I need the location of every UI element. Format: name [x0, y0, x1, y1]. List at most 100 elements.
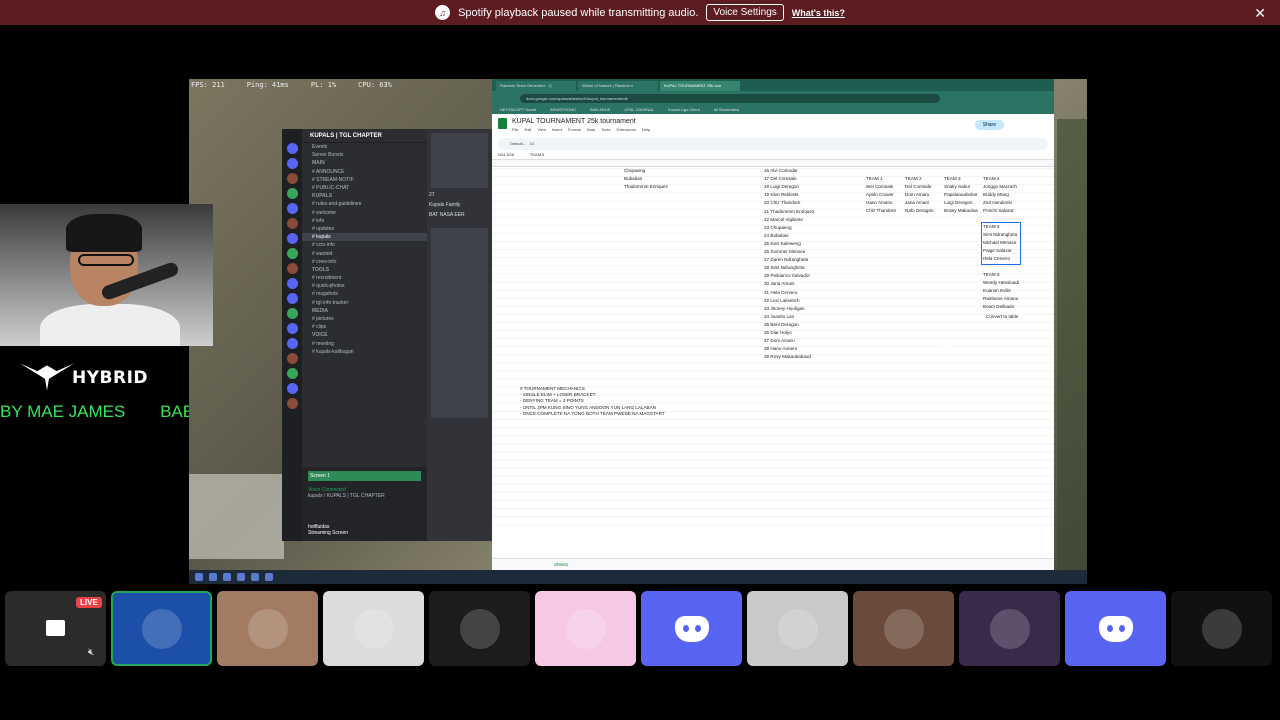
participant-tile[interactable] [1065, 591, 1166, 666]
server-icon[interactable] [286, 248, 298, 259]
team-header[interactable]: TEAM 1 [866, 176, 883, 181]
sheet-cell[interactable]: Bubabas [624, 176, 642, 181]
channel-item[interactable]: Server Boosts [302, 151, 427, 159]
player-cell[interactable]: 32 Lexi Laksetich [764, 298, 800, 303]
start-icon[interactable] [195, 573, 203, 581]
channel-category[interactable]: KUPALS [302, 192, 427, 200]
channel-item[interactable]: # crew-info [302, 258, 427, 266]
channel-item[interactable]: # recruitment [302, 274, 427, 282]
player-cell[interactable]: 21 Thadommm Enriquez [764, 209, 814, 214]
team-cell[interactable]: Snaky Sabur [944, 184, 970, 189]
font-size-input[interactable]: 10 [529, 141, 533, 146]
channel-category[interactable]: VOICE [302, 331, 427, 339]
menu-item[interactable]: File [512, 127, 518, 132]
server-icon[interactable] [286, 173, 298, 184]
chat-image[interactable] [431, 133, 488, 188]
mechanics-line[interactable]: - ONCE COMPLETE NA YONG BOTH TEAM PWEDE … [520, 411, 665, 416]
address-bar[interactable]: docs.google.com/spreadsheets/d/1kupal_to… [520, 93, 940, 103]
server-icon[interactable] [286, 203, 298, 214]
convert-to-table-chip[interactable]: Convert to table [986, 314, 1018, 319]
mechanics-line[interactable]: # TOURNAMENT MECHANICS [520, 386, 585, 391]
sheet-title[interactable]: KUPAL TOURNAMENT 25k tournament [498, 118, 1048, 125]
channel-item[interactable]: # updates [302, 225, 427, 233]
channel-category[interactable]: MAIN [302, 159, 427, 167]
team-header[interactable]: TEAM 4 [983, 176, 1000, 181]
channel-item[interactable]: # rules-and-guidelines [302, 200, 427, 208]
bookmark-item[interactable]: NEXTADOPT Social [500, 107, 536, 112]
channel-item[interactable]: # clips [302, 323, 427, 331]
voice-settings-button[interactable]: Voice Settings [706, 4, 784, 21]
bookmark-item[interactable]: BAN ARUS [590, 107, 610, 112]
player-cell[interactable]: 23 Chupaeng [764, 225, 792, 230]
server-icon[interactable] [286, 218, 298, 229]
player-cell[interactable]: 27 Daren Ndrangheta [764, 257, 808, 262]
channel-item[interactable]: # quick-photos [302, 282, 427, 290]
player-cell[interactable]: 19 Klen Retilosts [764, 192, 798, 197]
bookmark-item[interactable]: Kuuad Ligo Client [668, 107, 700, 112]
menu-item[interactable]: Format [568, 127, 581, 132]
chat-image[interactable] [431, 228, 488, 418]
taskbar-app-icon[interactable] [237, 573, 245, 581]
participant-tile[interactable] [429, 591, 530, 666]
player-cell[interactable]: 29 Piebianco Salvador [764, 273, 810, 278]
taskbar-app-icon[interactable] [209, 573, 217, 581]
team-cell[interactable]: Jana Amani [905, 200, 929, 205]
team-cell[interactable]: Wendy Hesuloadi [983, 280, 1019, 285]
team-cell[interactable]: Bossy Makaulua [944, 208, 978, 213]
sheet-cell[interactable]: Thadommm Enriquez [624, 184, 668, 189]
menu-item[interactable]: Edit [524, 127, 531, 132]
screen-share-label[interactable]: Screen 1 [308, 471, 421, 481]
player-cell[interactable]: 22 Marcel Vigilante [764, 217, 803, 222]
channel-category[interactable]: TOOLS [302, 266, 427, 274]
team-cell[interactable]: Zod Harukrelu [983, 200, 1012, 205]
team-cell[interactable]: Del Comsale [905, 184, 931, 189]
team-header[interactable]: TEAM 3 [944, 176, 961, 181]
whats-this-link[interactable]: What's this? [792, 8, 845, 18]
channel-item[interactable]: # mugshots [302, 290, 427, 298]
server-icon[interactable] [286, 158, 298, 169]
participant-tile[interactable] [641, 591, 742, 666]
channel-item[interactable]: # info [302, 217, 427, 225]
channel-category[interactable]: MEDIA [302, 307, 427, 315]
browser-tab[interactable]: Wheel of Names | Random n [578, 81, 658, 91]
server-icon[interactable] [286, 368, 298, 379]
stream-view[interactable]: FPS: 211 Ping: 41ms PL: 1% CPU: 63% KUPA… [189, 79, 1087, 584]
participant-tile[interactable] [853, 591, 954, 666]
channel-item[interactable]: # meeting [302, 340, 427, 348]
team-cell[interactable]: Wei Comsale [866, 184, 893, 189]
channel-item[interactable]: # kupals [302, 233, 427, 242]
channel-item[interactable]: # pictures [302, 315, 427, 323]
browser-tab-active[interactable]: KUPAL TOURNAMENT 25k tour [660, 81, 740, 91]
participant-tile[interactable] [535, 591, 636, 666]
browser-tab[interactable]: Random Team Generator - Q [496, 81, 576, 91]
team-cell[interactable]: Hano Amanu [866, 200, 893, 205]
channel-item[interactable]: # kupals-kalibugan [302, 348, 427, 356]
sheets-logo-icon[interactable] [498, 118, 507, 129]
player-cell[interactable]: 30 Jana Amani [764, 281, 794, 286]
channel-item[interactable]: # welcome [302, 209, 427, 217]
bookmark-item[interactable]: ARMSTRONG [550, 107, 576, 112]
name-box[interactable]: N24 N28 [498, 150, 514, 159]
team-cell[interactable]: Jonggo Macrach [983, 184, 1017, 189]
channel-item[interactable]: # tgl-info-tracker [302, 299, 427, 307]
player-cell[interactable]: 39 Roxy Makaukabaud [764, 354, 811, 359]
player-cell[interactable]: 20 Chiz Thandore [764, 200, 800, 205]
mechanics-line[interactable]: - DENYING TEAM = 3 POINTS [520, 398, 584, 403]
server-icon[interactable] [286, 278, 298, 289]
bookmark-item[interactable]: All Bookmarks [714, 107, 740, 112]
player-cell[interactable]: 28 Simi Ndrangheta [764, 265, 805, 270]
team-cell[interactable]: Dom Amaru [905, 192, 929, 197]
player-cell[interactable]: 16 Alvi Comodar [764, 168, 798, 173]
bookmark-item[interactable]: UPAL JOURNAL [624, 107, 654, 112]
team-cell[interactable]: Chiz Thandore [866, 208, 896, 213]
share-button[interactable]: Share [974, 120, 1004, 130]
player-cell[interactable]: 24 Bubabas [764, 233, 789, 238]
close-icon[interactable]: ✕ [1254, 5, 1266, 22]
team-cell[interactable]: Apolo Cruwer [866, 192, 894, 197]
mechanics-line[interactable]: - UNTIL 3PM KUNG SINO YUNG ANDOON YUN LA… [520, 405, 656, 410]
player-cell[interactable]: 18 Luigi Deragon [764, 184, 799, 189]
team-header[interactable]: TEAM 6 [983, 272, 1000, 277]
player-cell[interactable]: 37 Dom Amaru [764, 338, 795, 343]
team-cell[interactable]: Ponchi Salazar [983, 208, 1014, 213]
menu-item[interactable]: Help [642, 127, 650, 132]
